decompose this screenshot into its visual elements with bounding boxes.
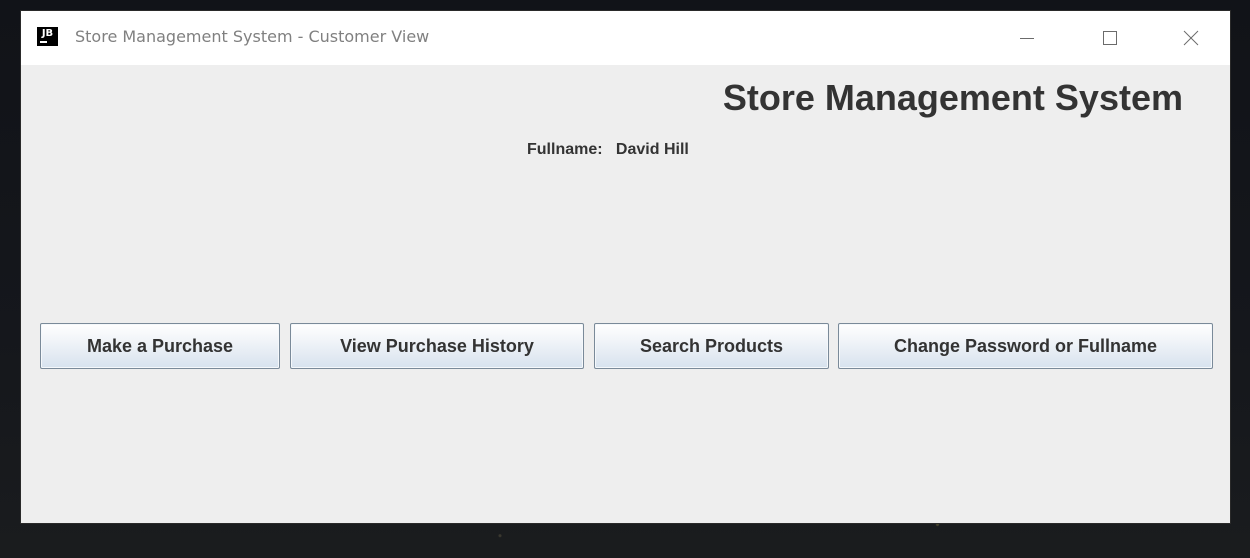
fullname-display: Fullname: David Hill [527, 141, 689, 159]
page-title: Store Management System [722, 77, 1183, 118]
search-products-button[interactable]: Search Products [594, 323, 829, 369]
close-button[interactable] [1168, 11, 1214, 65]
minimize-icon [1020, 38, 1034, 39]
minimize-button[interactable] [1004, 11, 1050, 65]
app-window: JB Store Management System - Customer Vi… [21, 11, 1230, 523]
app-icon-label: JB [41, 28, 54, 39]
make-purchase-button[interactable]: Make a Purchase [40, 323, 280, 369]
fullname-label: Fullname: [527, 141, 603, 158]
app-icon: JB [37, 27, 58, 46]
window-title: Store Management System - Customer View [75, 27, 430, 46]
view-purchase-history-button[interactable]: View Purchase History [290, 323, 584, 369]
maximize-button[interactable] [1087, 11, 1133, 65]
fullname-value: David Hill [615, 141, 689, 158]
close-icon [1183, 30, 1199, 46]
maximize-icon [1103, 31, 1117, 45]
title-bar[interactable]: JB Store Management System - Customer Vi… [21, 11, 1230, 65]
change-password-or-fullname-button[interactable]: Change Password or Fullname [838, 323, 1213, 369]
